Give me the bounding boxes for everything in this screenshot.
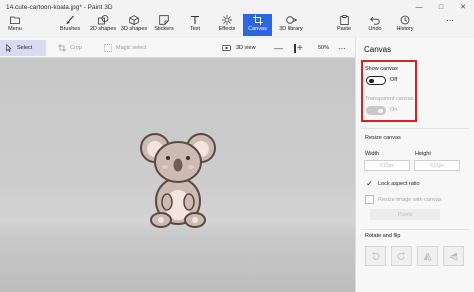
height-label: Height [415,151,431,157]
zoom-in-button[interactable]: + [297,40,303,56]
3d-library-icon [285,14,297,26]
zoom-slider-thumb[interactable] [294,43,296,53]
crop-button[interactable]: Crop [58,40,82,56]
magic-select-button[interactable]: Magic select [104,40,147,56]
ribbon-paste[interactable]: Paste [333,14,355,36]
width-label: Width [365,151,380,157]
ribbon-3d-library[interactable]: 3D library [275,14,307,36]
ribbon-canvas[interactable]: Canvas [243,14,272,36]
resize-canvas-label: Resize canvas [365,135,401,141]
transparent-canvas-label: Transparent canvas [365,96,414,102]
close-icon[interactable]: ✕ [452,0,474,14]
canvas-icon [252,14,263,26]
flip-horizontal-button[interactable] [417,246,438,266]
koala-image[interactable] [139,130,217,230]
show-canvas-toggle[interactable] [366,76,386,85]
canvas-panel: Canvas Show canvas Off Transparent canva… [355,38,474,292]
minimize-icon[interactable]: — [408,0,430,14]
ribbon-more[interactable]: ⋯ [440,14,460,36]
panel-title: Canvas [364,45,392,54]
paste-icon [339,14,349,26]
rotate-left-icon [372,251,380,260]
undo-icon [370,14,380,26]
width-input[interactable]: 612px [364,160,410,171]
ribbon-effects[interactable]: Effects [213,14,241,36]
3d-shapes-icon [129,14,139,26]
zoom-value: 50% [318,45,330,51]
transparent-canvas-state: On [390,107,398,113]
select-button[interactable]: Select [0,40,46,56]
3d-view-toggle[interactable]: 3D view [222,40,256,56]
koala-nose [173,158,183,172]
folder-icon [10,14,20,26]
window-title: 14.cute-cartoon-koala.jpg* - Paint 3D [6,3,113,11]
history-icon [400,14,410,26]
rotate-right-icon [397,251,405,260]
zoom-out-button[interactable]: — [274,40,283,56]
show-canvas-label: Show canvas [365,66,398,72]
magic-select-icon [104,44,112,52]
show-canvas-state: Off [390,77,398,83]
2d-shapes-icon [97,14,109,26]
more-options-icon[interactable]: ⋯ [338,40,346,56]
sticker-icon [159,14,169,26]
more-icon: ⋯ [446,15,454,25]
ribbon-undo[interactable]: Undo [364,14,386,36]
divider [361,128,469,129]
flip-horizontal-icon [423,252,432,260]
ribbon-stickers[interactable]: Stickers [152,14,176,36]
resize-image-checkbox[interactable] [365,195,374,204]
ribbon-3d-shapes[interactable]: 3D shapes [119,14,149,36]
height-input[interactable]: 612px [414,160,460,171]
cursor-icon [6,44,12,52]
transparent-canvas-toggle[interactable] [366,106,386,115]
lock-aspect-checkbox[interactable]: ✓ [365,179,374,188]
title-bar: 14.cute-cartoon-koala.jpg* - Paint 3D — … [0,0,474,14]
text-icon [190,14,200,26]
ribbon-2d-shapes[interactable]: 2D shapes [88,14,118,36]
flip-vertical-icon [449,252,458,261]
ribbon-brushes[interactable]: Brushes [54,14,86,36]
brush-icon [65,14,75,26]
canvas-area[interactable] [0,58,355,292]
toolbar: Select Crop Magic select 3D view — + 50%… [0,38,355,58]
ribbon-history[interactable]: History [393,14,417,36]
ribbon-menu[interactable]: Menu [0,14,30,36]
effects-icon [222,14,232,26]
resize-image-label: Resize image with canvas [378,197,442,203]
lock-aspect-label: Lock aspect ratio [378,181,420,187]
ribbon: Menu Brushes 2D shapes 3D shapes Sticker… [0,14,474,36]
flip-vertical-button[interactable] [443,246,464,266]
divider [361,229,469,230]
rotate-left-button[interactable] [365,246,386,266]
rotate-flip-label: Rotate and flip [365,233,401,239]
ribbon-text[interactable]: Text [184,14,206,36]
maximize-icon[interactable]: □ [430,0,452,14]
units-dropdown[interactable]: Pixels [370,209,440,220]
crop-icon [58,44,66,52]
rotate-right-button[interactable] [391,246,412,266]
3d-view-icon [222,45,231,51]
